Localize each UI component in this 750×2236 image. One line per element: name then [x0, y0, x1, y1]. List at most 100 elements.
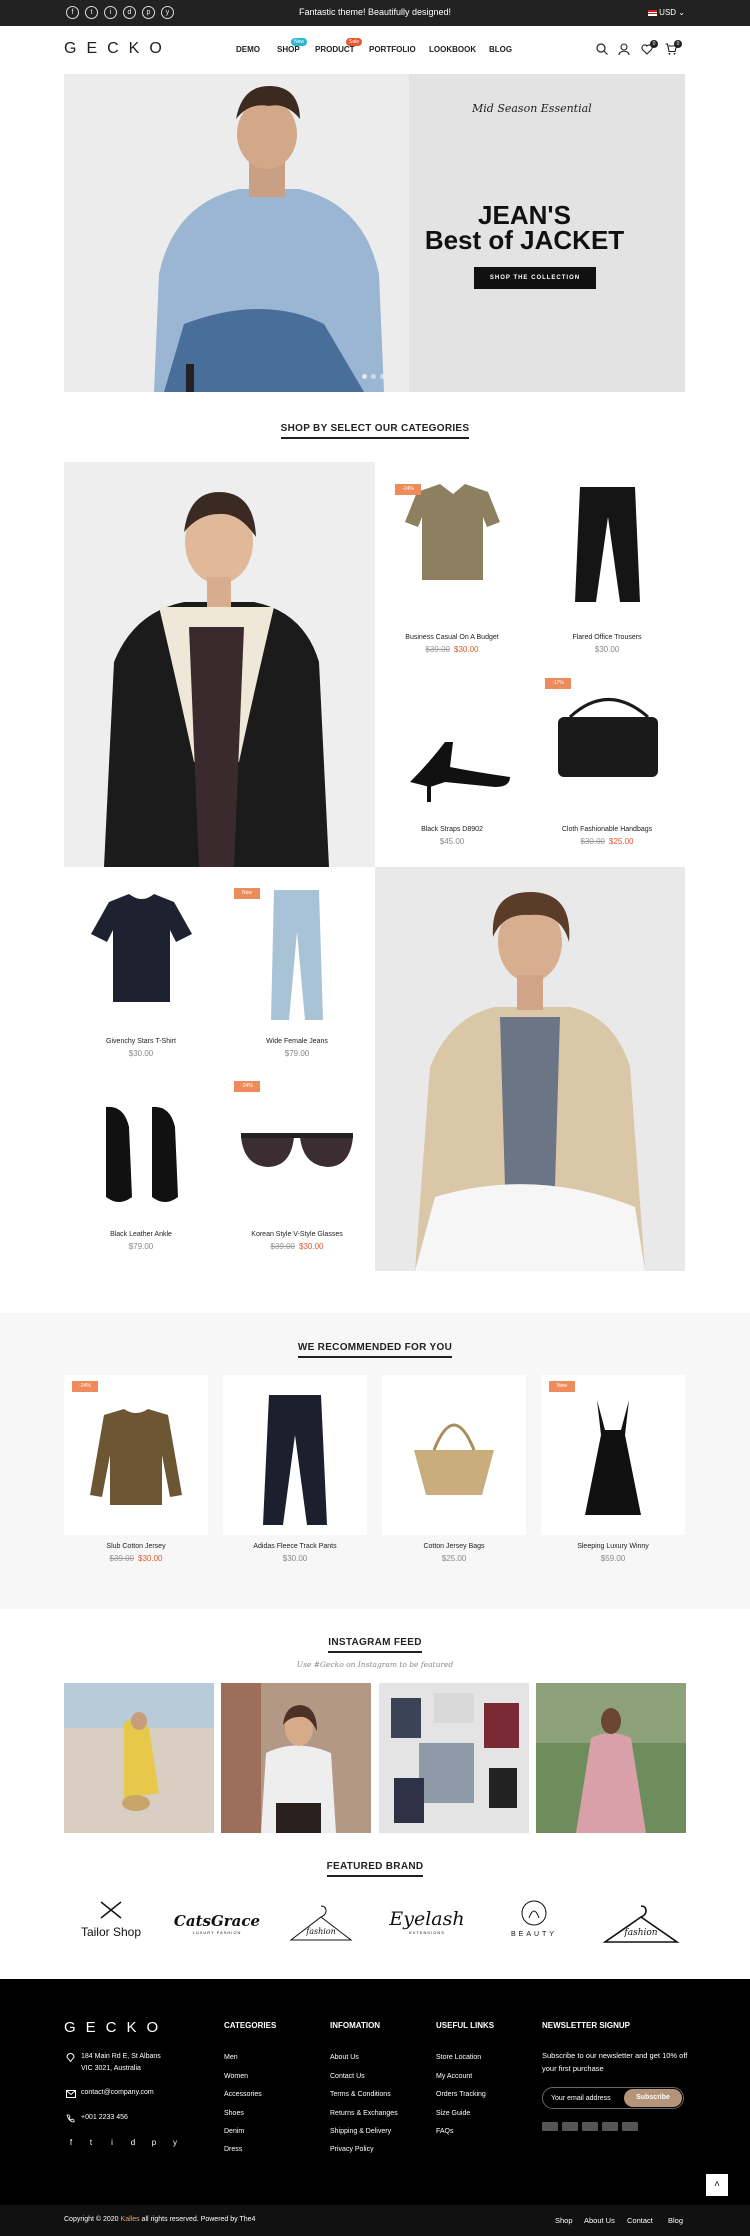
brand-logo-beauty[interactable]: BEAUTY — [485, 1900, 583, 1950]
brand-name: fashion — [624, 1928, 658, 1938]
footer-newsletter-title: NEWSLETTER SIGNUP — [542, 2021, 631, 2030]
footer-link-store[interactable]: Store Location — [436, 2054, 481, 2061]
slider-dot[interactable] — [371, 374, 376, 379]
footer-email[interactable]: contact@company.com — [81, 2087, 154, 2099]
product-card[interactable]: Givenchy Stars T-Shirt $30.00 — [64, 872, 219, 1067]
footer-link-tracking[interactable]: Orders Tracking — [436, 2091, 486, 2098]
brand-name: Tailor Shop — [80, 1925, 142, 1939]
nav-portfolio[interactable]: PORTFOLIO — [369, 45, 416, 54]
pinterest-icon[interactable]: p — [149, 2138, 159, 2147]
nav-product[interactable]: PRODUCT — [315, 45, 355, 54]
nav-lookbook[interactable]: LOOKBOOK — [429, 45, 476, 54]
footer-link-shoes[interactable]: Shoes — [224, 2110, 244, 2117]
hero-title-line2: Best of JACKET — [424, 225, 625, 255]
man-jacket-image[interactable] — [375, 867, 685, 1271]
currency-select[interactable]: USD ⌄ — [648, 8, 685, 17]
brand-logo-catsgrace[interactable]: CatsGrace LUXURY FASHION — [168, 1900, 266, 1950]
back-to-top-button[interactable]: ˄ — [706, 2174, 728, 2196]
cart-count: 0 — [674, 40, 682, 48]
site-logo[interactable]: GECKO — [64, 40, 172, 58]
footer-address-line1: 184 Main Rd E, St Albans — [81, 2053, 161, 2060]
footer-link-about[interactable]: About Us — [330, 2054, 359, 2061]
brand-logo-tailor[interactable]: Tailor Shop — [62, 1900, 160, 1950]
product-card[interactable] — [223, 1375, 367, 1535]
footer-link-accessories[interactable]: Accessories — [224, 2091, 262, 2098]
product-name[interactable]: Givenchy Stars T-Shirt — [66, 1038, 216, 1045]
footer-link-contact[interactable]: Contact Us — [330, 2073, 365, 2080]
dribbble-icon[interactable]: d — [128, 2138, 138, 2147]
product-name[interactable]: Wide Female Jeans — [222, 1038, 372, 1045]
product-name[interactable]: Sleeping Luxury Winny — [538, 1543, 688, 1550]
footer-logo[interactable]: GECKO — [64, 2019, 168, 2036]
product-name[interactable]: Black Straps D8902 — [377, 826, 527, 833]
instagram-subtitle: Use #Gecko on Instagram to be featured — [296, 1660, 454, 1669]
product-name[interactable]: Business Casual On A Budget — [377, 634, 527, 641]
product-card[interactable]: Flared Office Trousers $30.00 — [530, 462, 685, 657]
instagram-icon[interactable]: i — [107, 2138, 117, 2147]
footer-link-privacy[interactable]: Privacy Policy — [330, 2146, 374, 2153]
bottom-link-shop[interactable]: Shop — [555, 2216, 573, 2225]
youtube-icon[interactable]: y — [170, 2138, 180, 2147]
product-price: $30.00 $25.00 — [580, 837, 634, 846]
bottom-link-about[interactable]: About Us — [584, 2216, 615, 2225]
product-name[interactable]: Korean Style V-Style Glasses — [222, 1231, 372, 1238]
footer-phone[interactable]: +001 2233 456 — [81, 2112, 128, 2124]
brand-logo-fashion[interactable]: fashion — [272, 1900, 370, 1950]
nav-demo[interactable]: DEMO — [236, 45, 260, 54]
sale-badge: -24% — [72, 1381, 98, 1392]
product-name[interactable]: Adidas Fleece Track Pants — [220, 1543, 370, 1550]
product-card[interactable]: New Wide Female Jeans $79.00 — [219, 872, 375, 1067]
slider-dot[interactable] — [380, 374, 385, 379]
scissors-icon — [100, 1901, 122, 1919]
product-card[interactable]: -24% Business Casual On A Budget $39.00 $… — [375, 462, 530, 657]
footer-link-denim[interactable]: Denim — [224, 2128, 244, 2135]
account-icon[interactable] — [618, 43, 630, 55]
footer-link-returns[interactable]: Returns & Exchanges — [330, 2110, 398, 2117]
instagram-photo-flatlay[interactable] — [379, 1683, 529, 1833]
subscribe-button[interactable]: Subscribe — [624, 2089, 682, 2107]
product-card[interactable]: Black Leather Ankle $79.00 — [64, 1067, 219, 1262]
product-price: $79.00 — [128, 1242, 154, 1251]
nav-blog[interactable]: BLOG — [489, 45, 512, 54]
sale-badge: Sale — [346, 38, 363, 46]
footer-link-faqs[interactable]: FAQs — [436, 2128, 454, 2135]
instagram-photo-beach[interactable] — [64, 1683, 214, 1833]
footer-link-account[interactable]: My Account — [436, 2073, 472, 2080]
shop-collection-button[interactable]: SHOP THE COLLECTION — [474, 267, 596, 289]
footer-link-women[interactable]: Women — [224, 2073, 248, 2080]
instagram-photo-street[interactable] — [221, 1683, 371, 1833]
product-name[interactable]: Black Leather Ankle — [66, 1231, 216, 1238]
product-card[interactable]: -17% Cloth Fashionable Handbags $30.00 $2… — [530, 662, 685, 857]
product-name[interactable]: Cotton Jersey Bags — [379, 1543, 529, 1550]
product-card[interactable]: Black Straps D8902 $45.00 — [375, 662, 530, 857]
nav-shop[interactable]: SHOP — [277, 45, 300, 54]
slider-dot[interactable] — [362, 374, 367, 379]
track-pants-image — [263, 1395, 327, 1525]
brand-name: Eyelash — [389, 1908, 465, 1930]
product-card[interactable]: -24% — [64, 1375, 208, 1535]
newsletter-text: Subscribe to our newsletter and get 10% … — [542, 2051, 688, 2073]
paypal-icon — [602, 2122, 618, 2131]
brand-logo-fashion-2[interactable]: fashion — [592, 1900, 690, 1950]
footer-link-size[interactable]: Size Guide — [436, 2110, 470, 2117]
product-name[interactable]: Flared Office Trousers — [532, 634, 682, 641]
footer-link-terms[interactable]: Terms & Conditions — [330, 2091, 391, 2098]
product-name[interactable]: Cloth Fashionable Handbags — [532, 826, 682, 833]
footer-link-shipping[interactable]: Shipping & Delivery — [330, 2128, 391, 2135]
footer-link-men[interactable]: Men — [224, 2054, 238, 2061]
woman-jacket-image[interactable] — [64, 462, 375, 867]
facebook-icon[interactable]: f — [66, 2138, 76, 2147]
product-card[interactable]: New — [541, 1375, 685, 1535]
twitter-icon[interactable]: t — [86, 2138, 96, 2147]
hanger-icon — [289, 1905, 353, 1941]
product-name[interactable]: Slub Cotton Jersey — [61, 1543, 211, 1550]
footer-link-dress[interactable]: Dress — [224, 2146, 242, 2153]
instagram-photo-garden[interactable] — [536, 1683, 686, 1833]
search-icon[interactable] — [596, 43, 608, 55]
product-card[interactable]: -24% Korean Style V-Style Glasses $39.00… — [219, 1067, 375, 1262]
bottom-link-contact[interactable]: Contact — [627, 2216, 653, 2225]
product-card[interactable] — [382, 1375, 526, 1535]
brand-link[interactable]: Kalles — [121, 2216, 140, 2223]
brand-logo-eyelash[interactable]: Eyelash EXTENSIONS — [378, 1900, 476, 1950]
bottom-link-blog[interactable]: Blog — [668, 2216, 683, 2225]
